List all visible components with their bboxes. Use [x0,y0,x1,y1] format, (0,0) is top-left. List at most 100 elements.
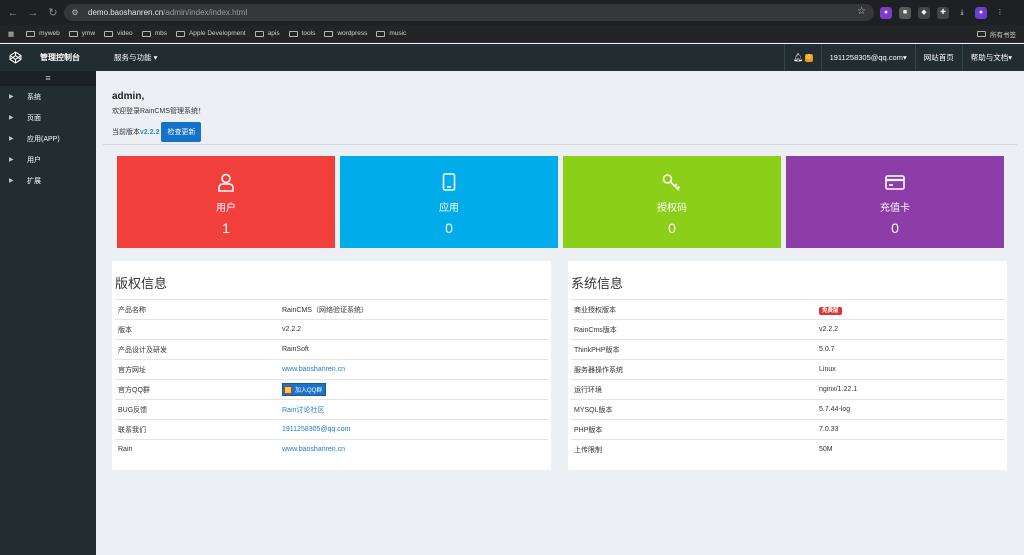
tile-apps[interactable]: 应用 0 [340,156,558,248]
user-icon [218,172,234,192]
profile-avatar[interactable]: ● [975,6,987,19]
official-site-link[interactable]: www.baoshanren.cn [282,366,345,373]
codepen-logo-icon[interactable] [0,44,30,71]
row-key: Rain [115,439,279,460]
check-update-button[interactable]: 检查更新 [161,122,202,142]
url-text: demo.baoshanren.cn/admin/index/index.htm… [88,8,248,17]
puzzle-icon[interactable]: ✚ [937,6,949,19]
services-menu[interactable]: 服务与功能 ▾ [114,52,157,63]
row-key: ThinkPHP版本 [571,339,816,360]
table-row: 官方网址 www.baoshanren.cn [115,359,548,380]
system-info-title: 系统信息 [571,276,624,291]
row-key: 官方QQ群 [115,379,279,400]
bookmark-folder[interactable]: tools [288,30,315,37]
join-qq-group-button[interactable]: 加入QQ群 [282,383,327,396]
sidebar-item-pages[interactable]: ▶ 页面 [0,107,96,128]
row-key: MYSQL版本 [571,399,816,420]
browser-toolbar: ← → ↻ ⚙ demo.baoshanren.cn/admin/index/i… [0,0,1024,25]
rain-site-link[interactable]: www.baoshanren.cn [282,446,345,453]
sidebar-toggle-icon[interactable]: ≡ [0,71,96,86]
row-key: 运行环境 [571,379,816,400]
tile-recharge-cards[interactable]: 充值卡 0 [786,156,1004,248]
sidebar-item-label: 用户 [27,156,41,164]
reload-icon[interactable]: ↻ [46,6,60,20]
row-key: 服务器操作系统 [571,359,816,380]
bookmark-star-icon[interactable]: ☆ [857,6,866,17]
row-value: 5.0.7 [816,339,1004,360]
all-bookmarks[interactable]: 所有书签 [977,29,1016,39]
bug-feedback-link[interactable]: Rain讨论社区 [282,407,324,414]
bookmark-folder[interactable]: myweb [26,30,60,37]
copyright-title: 版权信息 [115,276,168,291]
row-value: RainCMS（网络验证系统） [279,299,548,320]
bookmark-folder[interactable]: Apple Development [175,30,246,37]
main-content: admin, 欢迎登录RainCMS管理系统！ 当前版本 v2.2.2 检查更新… [96,71,1024,555]
bookmark-folder[interactable]: mbs [141,30,167,37]
sidebar-item-system[interactable]: ▶ 系统 [0,86,96,107]
tablet-icon [442,172,456,192]
site-home-link[interactable]: 网站首页 [914,44,962,71]
contact-email-link[interactable]: 1911258305@qq.com [282,426,350,433]
tile-label: 充值卡 [880,203,910,214]
row-value: v2.2.2 [279,319,548,340]
brand-title[interactable]: 管理控制台 [40,52,80,63]
sidebar-item-users[interactable]: ▶ 用户 [0,149,96,170]
table-row: 产品名称 RainCMS（网络验证系统） [115,299,548,320]
bookmark-folder[interactable]: wordpress [324,30,367,37]
tile-value: 0 [891,220,899,236]
caret-down-icon: ▾ [902,53,907,62]
apps-grid-icon[interactable]: ▦ [8,30,14,38]
help-menu[interactable]: 帮助与文档 ▾ [961,44,1020,71]
site-info-icon[interactable]: ⚙ [70,8,80,18]
credit-card-icon [885,172,905,192]
tile-users[interactable]: 用户 1 [117,156,335,248]
sidebar-item-extensions[interactable]: ▶ 扩展 [0,170,96,191]
welcome-username: admin, [112,91,145,102]
table-row: BUG反馈 Rain讨论社区 [115,399,548,420]
user-menu[interactable]: 1911258305@qq.com ▾ [820,44,915,71]
back-icon[interactable]: ← [6,6,20,20]
table-row: 官方QQ群 加入QQ群 [115,379,548,400]
row-key: 产品名称 [115,299,279,320]
bell-icon: 🔔︎ [793,53,804,62]
folder-icon [141,30,151,37]
sidebar-item-apps[interactable]: ▶ 应用(APP) [0,128,96,149]
table-row: RainCms版本 v2.2.2 [571,319,1004,340]
copyright-panel: 版权信息 产品名称 RainCMS（网络验证系统） 版本 v2.2.2 产品设计及研… [112,261,551,470]
address-bar[interactable]: ⚙ demo.baoshanren.cn/admin/index/index.h… [64,4,874,21]
extension-icon[interactable]: ■ [899,6,911,19]
row-value: Linux [816,359,1004,380]
stat-tiles: 用户 1 应用 0 授权码 0 充值卡 0 [117,156,1004,248]
copyright-table: 产品名称 RainCMS（网络验证系统） 版本 v2.2.2 产品设计及研发 Rain… [115,299,548,460]
download-icon[interactable]: ⤓ [956,7,968,19]
tile-auth-codes[interactable]: 授权码 0 [563,156,781,248]
version-line: 当前版本 v2.2.2 检查更新 [112,122,202,142]
system-info-panel: 系统信息 商业授权版本 免费版 RainCms版本 v2.2.2 ThinkPHP版… [568,261,1007,470]
tile-label: 授权码 [657,203,687,214]
caret-right-icon: ▶ [9,157,14,163]
row-value: 50M [816,439,1004,460]
bookmark-folder[interactable]: music [376,30,406,37]
extension-icon[interactable]: ◆ [918,6,930,19]
table-row: 上传限制 50M [571,439,1004,460]
folder-icon [26,30,36,37]
bookmark-folder[interactable]: ymw [68,30,95,37]
caret-right-icon: ▶ [9,178,14,184]
extension-icon[interactable]: ● [880,6,892,19]
caret-down-icon: ▾ [151,53,158,62]
welcome-block: admin, 欢迎登录RainCMS管理系统！ [112,91,205,116]
row-value: nginx/1.22.1 [816,379,1004,400]
sidebar-item-label: 系统 [27,93,41,101]
table-row: 版本 v2.2.2 [115,319,548,340]
caret-down-icon: ▾ [1008,53,1012,62]
folder-icon [288,30,298,37]
welcome-message: 欢迎登录RainCMS管理系统！ [112,108,205,115]
notifications[interactable]: 🔔︎ 0 [784,44,821,71]
table-row: 商业授权版本 免费版 [571,299,1004,320]
table-row: ThinkPHP版本 5.0.7 [571,339,1004,360]
bookmark-folder[interactable]: video [104,30,133,37]
menu-dots-icon[interactable]: ⋮ [994,7,1006,19]
forward-icon[interactable]: → [26,6,40,20]
bookmark-folder[interactable]: apis [254,30,280,37]
row-key: 商业授权版本 [571,299,816,320]
